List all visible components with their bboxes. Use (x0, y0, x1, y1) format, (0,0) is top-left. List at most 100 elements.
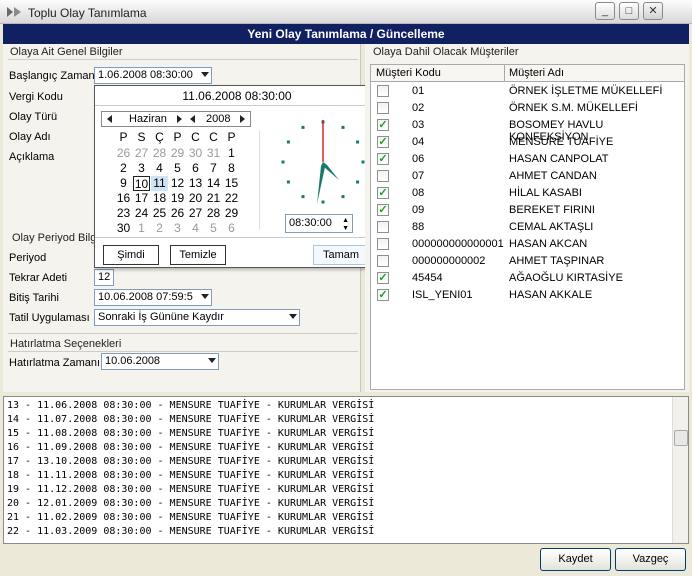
customer-checkbox[interactable]: ✓ (377, 119, 389, 131)
col-name-header[interactable]: Müşteri Adı (509, 67, 564, 79)
list-item[interactable]: ✓ 06 HASAN CANPOLAT (371, 151, 684, 168)
calendar-day[interactable]: 27 (133, 146, 150, 161)
calendar-day[interactable]: 30 (187, 146, 204, 161)
calendar-day[interactable]: 5 (169, 161, 186, 176)
calendar-day[interactable]: 7 (205, 161, 222, 176)
list-item[interactable]: ✓ 09 BEREKET FIRINI (371, 202, 684, 219)
col-code-header[interactable]: Müşteri Kodu (376, 67, 441, 79)
calendar-day[interactable]: 10 (133, 176, 150, 191)
calendar-day[interactable]: 4 (187, 221, 204, 236)
calendar-day[interactable]: 29 (169, 146, 186, 161)
minimize-button[interactable]: _ (595, 2, 615, 20)
calendar-day[interactable]: 1 (223, 146, 240, 161)
customer-checkbox[interactable] (377, 221, 389, 233)
spin-down-icon[interactable]: ▼ (342, 225, 349, 232)
list-item[interactable]: 07 AHMET CANDAN (371, 168, 684, 185)
log-scrollbar[interactable] (672, 397, 688, 543)
calendar-day[interactable]: 26 (115, 146, 132, 161)
calendar-day[interactable]: 25 (151, 206, 168, 221)
next-year-icon[interactable] (240, 115, 245, 123)
calendar-day[interactable]: 22 (223, 191, 240, 206)
calendar-day[interactable]: 9 (115, 176, 132, 191)
now-button[interactable]: Şimdi (103, 245, 159, 265)
time-spinner[interactable]: 08:30:00 ▲ ▼ (285, 214, 353, 233)
calendar-day[interactable]: 4 (151, 161, 168, 176)
start-time-dropdown[interactable]: 1.06.2008 08:30:00 (94, 67, 212, 84)
list-item[interactable]: 88 CEMAL AKTAŞLI (371, 219, 684, 236)
holiday-dropdown[interactable]: Sonraki İş Gününe Kaydır (94, 309, 300, 326)
calendar-day[interactable]: 2 (151, 221, 168, 236)
calendar-day[interactable]: 16 (115, 191, 132, 206)
calendar-day[interactable]: 1 (133, 221, 150, 236)
calendar-day[interactable]: 30 (115, 221, 132, 236)
customer-checkbox[interactable]: ✓ (377, 204, 389, 216)
customer-list[interactable]: 01 ÖRNEK İŞLETME MÜKELLEFİ 02 ÖRNEK S.M. MÜ… (370, 82, 685, 390)
list-item[interactable]: 01 ÖRNEK İŞLETME MÜKELLEFİ (371, 83, 684, 100)
calendar-day[interactable]: 28 (205, 206, 222, 221)
customer-checkbox[interactable] (377, 170, 389, 182)
calendar-day[interactable]: 17 (133, 191, 150, 206)
calendar-day[interactable]: 15 (223, 176, 240, 191)
customer-checkbox[interactable]: ✓ (377, 289, 389, 301)
clear-button[interactable]: Temizle (170, 245, 226, 265)
calendar-day[interactable]: 20 (187, 191, 204, 206)
list-item[interactable]: ✓ 08 HİLAL KASABI (371, 185, 684, 202)
list-item[interactable]: 02 ÖRNEK S.M. MÜKELLEFİ (371, 100, 684, 117)
calendar-day[interactable]: 8 (223, 161, 240, 176)
calendar-day[interactable]: 27 (187, 206, 204, 221)
close-button[interactable]: ✕ (643, 2, 663, 20)
generated-events-log[interactable]: 13 - 11.06.2008 08:30:00 - MENSURE TUAFİ… (3, 396, 689, 544)
calendar-day[interactable]: 6 (187, 161, 204, 176)
calendar-day[interactable]: 3 (169, 221, 186, 236)
title-bar[interactable]: Toplu Olay Tanımlama _ □ ✕ (0, 0, 692, 24)
calendar-day[interactable]: 18 (151, 191, 168, 206)
calendar-day[interactable]: 14 (205, 176, 222, 191)
list-item[interactable]: ✓ 45454 AĞAOĞLU KIRTASİYE (371, 270, 684, 287)
customer-checkbox[interactable] (377, 238, 389, 250)
calendar-day[interactable]: 31 (205, 146, 222, 161)
customer-checkbox[interactable]: ✓ (377, 187, 389, 199)
calendar-day[interactable]: 26 (169, 206, 186, 221)
calendar-day[interactable]: 3 (133, 161, 150, 176)
calendar-day[interactable]: 28 (151, 146, 168, 161)
cancel-button[interactable]: Vazgeç (615, 548, 686, 571)
calendar-day[interactable]: 2 (115, 161, 132, 176)
customer-checkbox[interactable] (377, 255, 389, 267)
calendar-day[interactable]: 13 (187, 176, 204, 191)
customer-checkbox[interactable]: ✓ (377, 136, 389, 148)
customer-checkbox[interactable] (377, 85, 389, 97)
list-item[interactable]: 000000000000001 HASAN AKCAN (371, 236, 684, 253)
calendar-day[interactable]: 11 (151, 176, 168, 191)
calendar-day[interactable]: 23 (115, 206, 132, 221)
clock-tick (341, 125, 345, 129)
log-line: 18 - 11.11.2008 08:30:00 - MENSURE TUAFİ… (7, 470, 375, 481)
list-item[interactable]: 000000000002 AHMET TAŞPINAR (371, 253, 684, 270)
customer-checkbox[interactable]: ✓ (377, 153, 389, 165)
calendar-day[interactable]: 12 (169, 176, 186, 191)
repeat-count-label: Tekrar Adeti (9, 272, 68, 284)
repeat-count-input[interactable]: 12 (94, 269, 114, 286)
datetime-picker-popup[interactable]: 11.06.2008 08:30:00 Haziran 2008 PSÇPCCP… (94, 85, 380, 268)
calendar-day[interactable]: 24 (133, 206, 150, 221)
calendar-day[interactable]: 5 (205, 221, 222, 236)
list-item[interactable]: ✓ 04 MENSURE TUAFİYE (371, 134, 684, 151)
prev-year-icon[interactable] (190, 115, 195, 123)
log-scroll-thumb[interactable] (674, 430, 688, 446)
customer-checkbox[interactable]: ✓ (377, 272, 389, 284)
reminder-time-dropdown[interactable]: 10.06.2008 (101, 353, 219, 370)
next-month-icon[interactable] (177, 115, 182, 123)
end-date-dropdown[interactable]: 10.06.2008 07:59:5 (94, 289, 212, 306)
list-item[interactable]: ✓ ISL_YENI01 HASAN AKKALE (371, 287, 684, 304)
customer-checkbox[interactable] (377, 102, 389, 114)
spin-up-icon[interactable]: ▲ (342, 217, 349, 224)
calendar-day[interactable]: 21 (205, 191, 222, 206)
calendar-day[interactable]: 19 (169, 191, 186, 206)
prev-month-icon[interactable] (107, 115, 112, 123)
ok-button[interactable]: Tamam (313, 245, 369, 265)
calendar-day[interactable]: 6 (223, 221, 240, 236)
list-item[interactable]: ✓ 03 BOSOMEY HAVLU KONFEKSİYON (371, 117, 684, 143)
save-button[interactable]: Kaydet (540, 548, 611, 571)
maximize-button[interactable]: □ (619, 2, 639, 20)
month-year-navigator[interactable]: Haziran 2008 (101, 111, 251, 127)
calendar-day[interactable]: 29 (223, 206, 240, 221)
